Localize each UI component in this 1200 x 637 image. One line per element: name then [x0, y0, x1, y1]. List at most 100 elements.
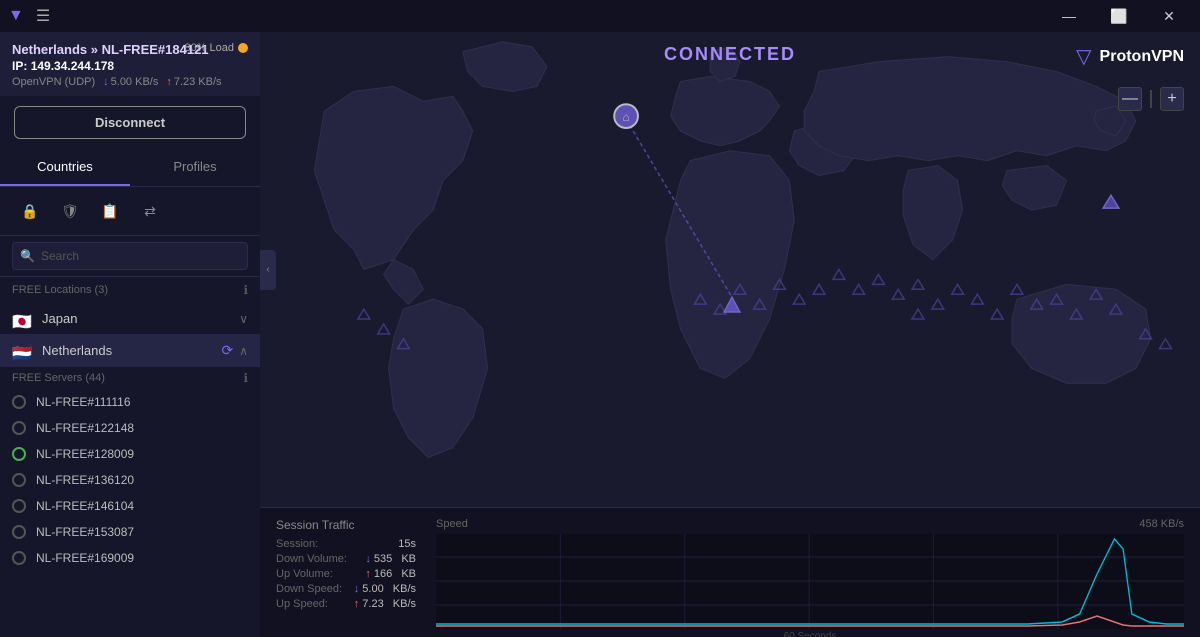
- load-info: 80% Load: [184, 42, 248, 54]
- server-row[interactable]: NL-FREE#146104: [0, 493, 260, 519]
- server-name: NL-FREE#128009: [36, 447, 134, 461]
- japan-chevron-icon: ∨: [239, 312, 248, 326]
- stat-up-vol-row: Up Volume: ↑ 166 KB: [276, 568, 416, 580]
- zoom-in-button[interactable]: +: [1160, 87, 1184, 111]
- stat-down-vol-row: Down Volume: ↓ 535 KB: [276, 553, 416, 565]
- load-indicator: [238, 43, 248, 53]
- down-vol-num: 535: [374, 553, 392, 565]
- server-row[interactable]: NL-FREE#128009: [0, 441, 260, 467]
- search-inner: 🔍: [12, 242, 248, 270]
- down-speed-num: 5.00: [362, 583, 383, 595]
- up-speed-unit: KB/s: [393, 598, 416, 610]
- down-speed-value: ↓ 5.00 KB/s: [354, 583, 416, 595]
- stat-session-row: Session: 15s: [276, 538, 416, 550]
- down-speed-arrow: ↓: [354, 583, 360, 595]
- server-status-circle: [12, 395, 26, 409]
- proton-logo-icon: ▽: [1076, 44, 1091, 69]
- hamburger-button[interactable]: ☰: [36, 6, 50, 26]
- down-vol-value: ↓ 535 KB: [365, 553, 416, 565]
- server-name: NL-FREE#136120: [36, 473, 134, 487]
- minimize-button[interactable]: —: [1046, 0, 1092, 32]
- filter-bar: 🔒 🛡 📋 ⇄: [0, 187, 260, 236]
- filter-swap-button[interactable]: ⇄: [132, 195, 168, 227]
- maximize-button[interactable]: ⬜: [1096, 0, 1142, 32]
- filter-shield-button[interactable]: 🛡: [52, 195, 88, 227]
- country-row-netherlands[interactable]: 🇳🇱 Netherlands ⟳ ∧: [0, 334, 260, 367]
- down-vol-unit: KB: [401, 553, 416, 565]
- up-speed-value: ↑ 7.23 KB/s: [354, 598, 416, 610]
- country-row-japan[interactable]: 🇯🇵 Japan ∨: [0, 303, 260, 334]
- netherlands-flag: 🇳🇱: [12, 344, 32, 358]
- speed-label: Speed: [436, 518, 468, 530]
- free-servers-header: FREE Servers (44) ℹ: [0, 367, 260, 389]
- titlebar-left: ▼ ☰: [8, 6, 50, 26]
- protocol-text: OpenVPN (UDP): [12, 76, 95, 88]
- server-name: NL-FREE#169009: [36, 551, 134, 565]
- server-list: NL-FREE#111116 NL-FREE#122148 NL-FREE#1280…: [0, 389, 260, 571]
- graph-canvas: [436, 534, 1184, 629]
- disconnect-button[interactable]: Disconnect: [14, 106, 246, 139]
- up-vol-arrow: ↑: [365, 568, 371, 580]
- proton-logo: ▽ ProtonVPN: [1076, 44, 1184, 69]
- server-name: NL-FREE#146104: [36, 499, 134, 513]
- stats-left: Session Traffic Session: 15s Down Volume…: [276, 518, 416, 627]
- down-speed-unit: KB/s: [393, 583, 416, 595]
- world-map: ⌂: [260, 32, 1200, 507]
- main-content: Netherlands » NL-FREE#184121 IP: 149.34.…: [0, 32, 1200, 637]
- stats-title: Session Traffic: [276, 518, 416, 532]
- upload-arrow: ↑: [166, 76, 172, 88]
- protocol-info: OpenVPN (UDP) ↓ 5.00 KB/s ↑ 7.23 KB/s: [12, 76, 248, 88]
- stats-graph: Speed 458 KB/s: [436, 518, 1184, 627]
- countries-list: FREE Locations (3) ℹ 🇯🇵 Japan ∨ 🇳🇱 Nethe…: [0, 277, 260, 637]
- server-row[interactable]: NL-FREE#136120: [0, 467, 260, 493]
- upload-speed: ↑ 7.23 KB/s: [166, 76, 221, 88]
- ip-address: IP: 149.34.244.178: [12, 59, 248, 73]
- collapse-sidebar-button[interactable]: ‹: [260, 250, 276, 290]
- server-status-circle: [12, 499, 26, 513]
- session-value: 15s: [398, 538, 416, 550]
- app-icon: ▼: [8, 7, 24, 25]
- upload-speed-value: 7.23 KB/s: [174, 76, 222, 88]
- down-vol-label: Down Volume:: [276, 553, 347, 565]
- info-icon[interactable]: ℹ: [243, 283, 248, 297]
- filter-list-button[interactable]: 📋: [92, 195, 128, 227]
- free-locations-label: FREE Locations (3): [12, 284, 108, 296]
- svg-text:⌂: ⌂: [623, 110, 630, 124]
- server-row[interactable]: NL-FREE#153087: [0, 519, 260, 545]
- stats-bar: Session Traffic Session: 15s Down Volume…: [260, 507, 1200, 637]
- search-input[interactable]: [12, 242, 248, 270]
- search-icon: 🔍: [20, 249, 35, 263]
- server-row[interactable]: NL-FREE#111116: [0, 389, 260, 415]
- tab-countries[interactable]: Countries: [0, 149, 130, 186]
- up-speed-arrow: ↑: [354, 598, 360, 610]
- up-speed-num: 7.23: [362, 598, 383, 610]
- session-label: Session:: [276, 538, 318, 550]
- tab-profiles[interactable]: Profiles: [130, 149, 260, 186]
- window-controls: — ⬜ ✕: [1046, 0, 1192, 32]
- zoom-out-button[interactable]: —: [1118, 87, 1142, 111]
- titlebar: ▼ ☰ — ⬜ ✕: [0, 0, 1200, 32]
- connection-info: Netherlands » NL-FREE#184121 IP: 149.34.…: [0, 32, 260, 96]
- server-row[interactable]: NL-FREE#122148: [0, 415, 260, 441]
- graph-max-value: 458 KB/s: [1139, 518, 1184, 530]
- netherlands-name: Netherlands: [42, 343, 221, 358]
- close-button[interactable]: ✕: [1146, 0, 1192, 32]
- download-speed-value: 5.00 KB/s: [111, 76, 159, 88]
- server-name: NL-FREE#122148: [36, 421, 134, 435]
- stat-down-speed-row: Down Speed: ↓ 5.00 KB/s: [276, 583, 416, 595]
- server-row[interactable]: NL-FREE#169009: [0, 545, 260, 571]
- ip-label: IP:: [12, 59, 27, 73]
- server-status-circle: [12, 551, 26, 565]
- tab-bar: Countries Profiles: [0, 149, 260, 187]
- reconnect-icon[interactable]: ⟳: [221, 342, 233, 359]
- server-status-circle: [12, 473, 26, 487]
- proton-logo-text: ProtonVPN: [1100, 48, 1184, 66]
- up-vol-unit: KB: [401, 568, 416, 580]
- filter-lock-button[interactable]: 🔒: [12, 195, 48, 227]
- graph-footer: 60 Seconds: [436, 631, 1184, 637]
- free-servers-label: FREE Servers (44): [12, 372, 105, 384]
- servers-info-icon[interactable]: ℹ: [243, 371, 248, 385]
- up-vol-label: Up Volume:: [276, 568, 333, 580]
- free-locations-header: FREE Locations (3) ℹ: [0, 277, 260, 303]
- server-name: NL-FREE#111116: [36, 395, 131, 409]
